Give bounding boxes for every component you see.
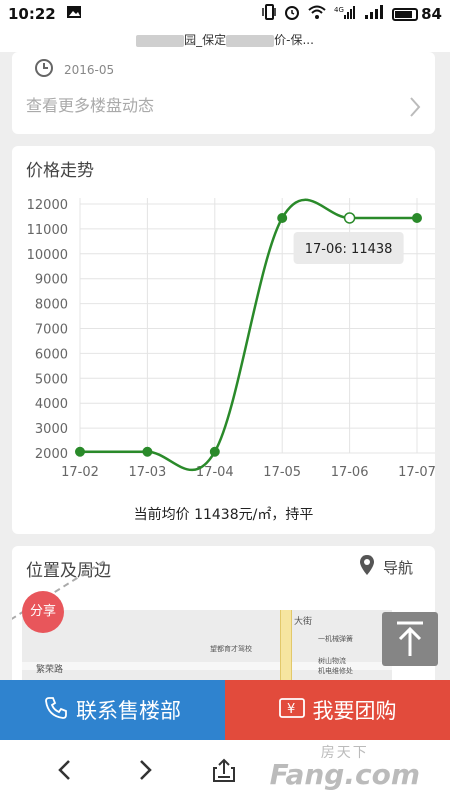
chevron-right-icon	[140, 760, 152, 780]
contact-sales-label: 联系售楼部	[76, 699, 181, 723]
y-tick-label: 12000	[27, 198, 68, 213]
dynamics-date: 2016-05	[64, 62, 115, 77]
browser-title-bar[interactable]: 园_保定 价-保...	[0, 28, 450, 52]
vibrate-icon	[262, 4, 276, 24]
price-trend-card: 价格走势 2000 3000 4000 5000 6000 7000 8000 9000 100…	[12, 146, 435, 534]
navigation-button[interactable]: 导航	[359, 554, 413, 580]
y-tick-label: 4000	[35, 397, 68, 412]
data-point	[277, 212, 288, 223]
forward-button[interactable]	[130, 754, 162, 786]
battery-indicator: 84	[392, 5, 442, 23]
map-label: 望都育才驾校	[210, 645, 252, 653]
share-button[interactable]: 分享	[22, 591, 64, 633]
share-page-button[interactable]	[208, 754, 240, 786]
map-label: 繁荣路	[36, 665, 64, 675]
price-summary: 当前均价 11438元/㎡，持平	[133, 507, 314, 523]
location-card: 位置及周边 导航 大街 一机械弹簧 望都育才驾校 树山物流 机电维修处 繁荣路	[12, 546, 435, 686]
chevron-right-icon[interactable]	[409, 96, 421, 122]
battery-level: 84	[421, 5, 442, 23]
svg-text:¥: ¥	[287, 702, 295, 717]
signal-icon	[364, 4, 384, 24]
clock-time: 10:22	[8, 5, 56, 23]
y-tick-label: 3000	[35, 422, 68, 437]
y-tick-label: 10000	[27, 248, 68, 263]
wifi-icon	[308, 5, 326, 23]
browser-title-left: 园_保定	[184, 33, 227, 47]
svg-text:4G: 4G	[334, 6, 344, 14]
price-trend-chart: 2000 3000 4000 5000 6000 7000 8000 9000 10000 110…	[27, 198, 435, 480]
browser-bottom-nav: 房天下 Fang.com	[0, 740, 450, 800]
data-point	[75, 446, 85, 457]
y-tick-label: 7000	[35, 323, 68, 338]
data-point	[412, 212, 422, 223]
location-title: 位置及周边	[26, 561, 111, 581]
y-tick-label: 2000	[35, 447, 68, 462]
x-tick-label: 17-03	[129, 465, 167, 480]
tooltip-text: 17-06: 11438	[305, 242, 393, 257]
group-buy-label: 我要团购	[312, 699, 397, 723]
map-pin-icon	[359, 554, 375, 580]
data-point	[343, 212, 356, 224]
y-tick-label: 5000	[35, 372, 68, 387]
back-button[interactable]	[48, 754, 80, 786]
y-tick-label: 11000	[27, 223, 68, 238]
dynamics-date-row: 2016-05	[34, 58, 114, 81]
status-bar: 10:22 4G 84	[0, 0, 450, 28]
upload-share-icon	[213, 758, 235, 782]
blurred-text	[226, 34, 275, 47]
phone-icon	[44, 696, 68, 725]
navigation-label: 导航	[382, 558, 413, 577]
map-label: 一机械弹簧	[318, 635, 353, 643]
notification-image-icon	[66, 5, 82, 23]
map-label: 大街	[294, 617, 313, 627]
watermark-en: Fang.com	[269, 758, 420, 791]
group-buy-button[interactable]: ¥ 我要团购	[225, 680, 450, 740]
fang-watermark-logo: 房天下 Fang.com	[269, 742, 420, 791]
location-map[interactable]: 大街 一机械弹簧 望都育才驾校 树山物流 机电维修处 繁荣路	[12, 560, 392, 686]
x-tick-label: 17-07	[398, 465, 435, 480]
arrow-up-icon	[397, 621, 423, 656]
battery-icon	[392, 7, 419, 21]
x-tick-label: 17-02	[61, 465, 99, 480]
chevron-left-icon	[58, 760, 70, 780]
y-tick-label: 6000	[35, 347, 68, 362]
data-point	[142, 446, 153, 457]
map-main-road	[280, 610, 292, 686]
yuan-coupon-icon: ¥	[278, 697, 305, 724]
clock-icon	[34, 58, 54, 81]
back-to-top-button[interactable]	[382, 612, 438, 666]
map-label: 机电维修处	[318, 667, 353, 675]
data-point	[209, 446, 220, 457]
browser-title-right: 价-保...	[274, 33, 314, 47]
map-label: 树山物流	[318, 657, 346, 665]
contact-sales-button[interactable]: 联系售楼部	[0, 680, 225, 740]
dynamics-card: 2016-05 查看更多楼盘动态	[12, 52, 435, 134]
x-tick-label: 17-05	[263, 465, 301, 480]
alarm-icon	[284, 4, 300, 24]
y-tick-label: 8000	[35, 298, 68, 313]
signal-4g-icon: 4G	[334, 4, 356, 24]
more-dynamics-link[interactable]: 查看更多楼盘动态	[26, 92, 154, 116]
blurred-text	[136, 34, 185, 47]
y-tick-label: 9000	[35, 273, 68, 288]
x-tick-label: 17-06	[331, 465, 369, 480]
